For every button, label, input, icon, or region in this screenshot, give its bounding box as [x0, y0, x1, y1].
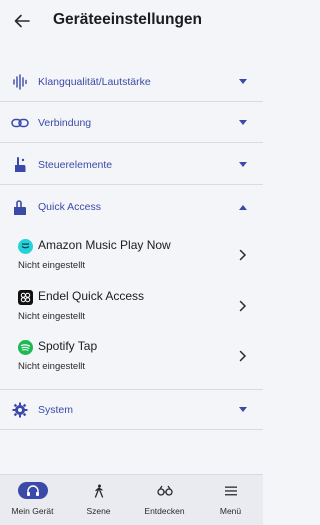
page-title: Geräteeinstellungen	[53, 11, 203, 28]
item-title: Spotify Tap	[38, 339, 98, 353]
arrow-left-icon	[14, 14, 30, 28]
amazon-music-icon	[18, 239, 33, 254]
section-sound-quality[interactable]: Klangqualität/Lautstärke	[0, 62, 263, 102]
section-controls[interactable]: Steuerelemente	[0, 145, 263, 185]
item-status: Nicht eingestellt	[18, 311, 86, 322]
section-quick-access[interactable]: Quick Access	[0, 187, 263, 227]
nav-scene[interactable]: Szene	[66, 475, 131, 525]
item-status: Nicht eingestellt	[18, 361, 86, 372]
caret-down-icon	[238, 406, 248, 414]
chevron-right-icon	[239, 349, 247, 362]
app-header: Geräteeinstellungen	[0, 0, 263, 44]
section-label: Steuerelemente	[38, 158, 113, 171]
gear-icon	[11, 401, 29, 419]
section-label: Verbindung	[38, 116, 92, 129]
quick-access-icon	[11, 198, 29, 216]
item-status: Nicht eingestellt	[18, 260, 86, 271]
spotify-icon	[18, 340, 33, 355]
nav-label: Menü	[219, 506, 242, 516]
back-button[interactable]	[12, 12, 32, 30]
nav-menu[interactable]: Menü	[198, 475, 263, 525]
caret-down-icon	[238, 78, 248, 86]
nav-label: Entdecken	[144, 506, 185, 516]
nav-label: Szene	[86, 506, 111, 516]
hamburger-menu-icon	[216, 482, 246, 499]
section-system[interactable]: System	[0, 390, 263, 430]
section-connection[interactable]: Verbindung	[0, 103, 263, 143]
section-label: Klangqualität/Lautstärke	[38, 75, 151, 88]
quick-access-item-spotify[interactable]: Spotify Tap Nicht eingestellt	[0, 337, 263, 383]
nav-discover[interactable]: Entdecken	[132, 475, 197, 525]
nav-label: Mein Gerät	[11, 506, 54, 516]
item-title: Endel Quick Access	[38, 289, 145, 303]
headphones-device-icon	[17, 482, 48, 499]
nav-my-device[interactable]: Mein Gerät	[0, 475, 65, 525]
section-label: Quick Access	[38, 201, 102, 213]
equalizer-icon	[11, 73, 29, 91]
caret-down-icon	[238, 119, 248, 127]
quick-access-item-amazon-music[interactable]: Amazon Music Play Now Nicht eingestellt	[0, 236, 263, 282]
endel-icon	[18, 290, 33, 305]
item-title: Amazon Music Play Now	[38, 238, 171, 252]
walking-person-icon	[84, 482, 114, 499]
chevron-right-icon	[239, 248, 247, 261]
quick-access-item-endel[interactable]: Endel Quick Access Nicht eingestellt	[0, 287, 263, 333]
link-icon	[11, 114, 29, 132]
touch-control-icon	[11, 156, 29, 174]
caret-up-icon	[238, 203, 248, 211]
caret-down-icon	[238, 161, 248, 169]
section-label: System	[38, 403, 74, 416]
binoculars-icon	[150, 482, 180, 499]
chevron-right-icon	[239, 299, 247, 312]
bottom-navigation: Mein Gerät Szene Entdecken Menü	[0, 474, 263, 525]
